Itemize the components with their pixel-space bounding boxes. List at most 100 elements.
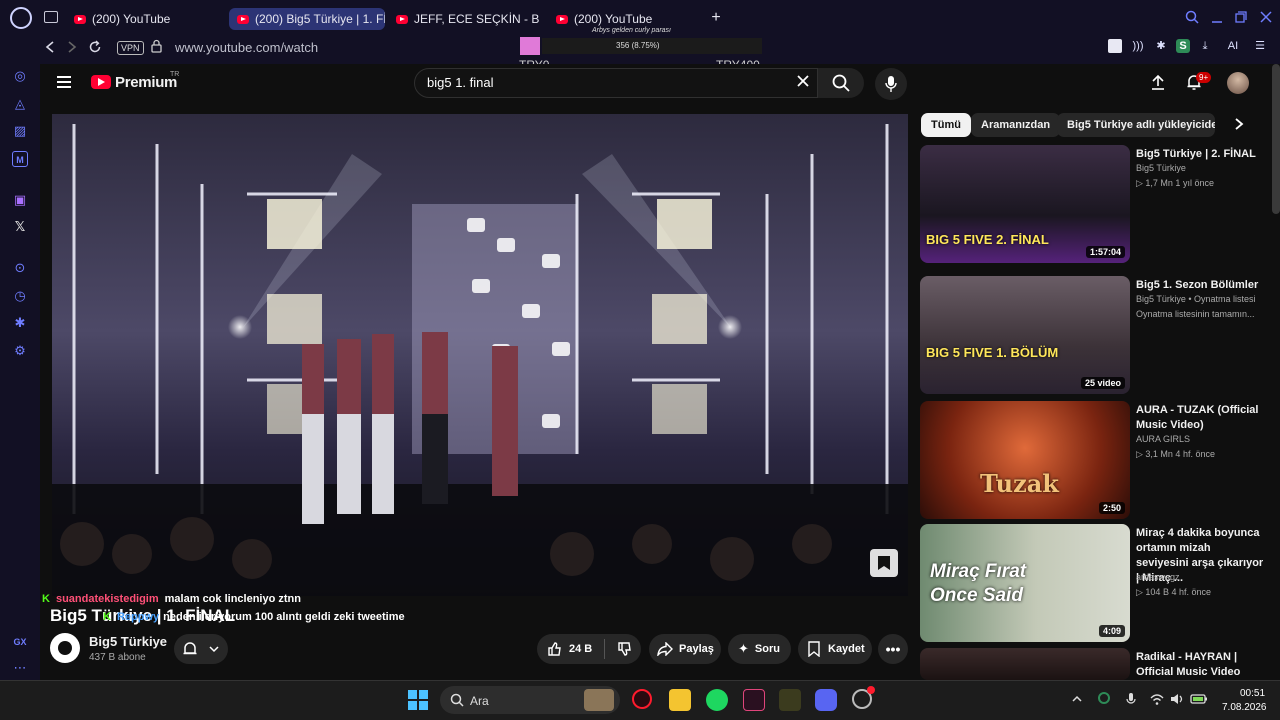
chat-message: Ksuandatekistedigim malam cok lincleniyo … — [42, 593, 301, 605]
restore-icon[interactable] — [1234, 10, 1248, 24]
youtube-premium-brand[interactable]: Premium — [115, 74, 177, 91]
clock-date[interactable]: 7.08.2026 — [1222, 702, 1267, 713]
easy-setup-menu-icon[interactable]: ☰ — [1253, 39, 1267, 53]
new-tab-button[interactable]: + — [708, 10, 724, 27]
notification-count-badge: 9+ — [1196, 72, 1212, 83]
url-field[interactable]: www.youtube.com/watch — [175, 40, 318, 55]
reload-icon[interactable] — [88, 40, 102, 54]
save-button[interactable]: Kaydet — [798, 634, 872, 664]
recommendation-channel[interactable]: ardaswagz — [1136, 572, 1180, 582]
video-thumbnail[interactable]: BIG 5 FIVE 2. FİNAL 1:57:04 — [920, 145, 1130, 263]
aria-icon[interactable]: ◎ — [12, 68, 28, 84]
taskbar-search[interactable] — [440, 686, 620, 714]
chip-from-search[interactable]: Aramanızdan — [971, 113, 1061, 137]
wifi-extension-icon[interactable]: ))) — [1131, 39, 1145, 53]
playlist-thumbnail[interactable]: BIG 5 FIVE 1. BÖLÜM 25 video — [920, 276, 1130, 394]
show-hidden-icons-chevron-icon[interactable] — [1071, 694, 1083, 704]
recommendation-item[interactable]: BIG 5 FIVE 1. BÖLÜM 25 video Big5 1. Sez… — [920, 276, 1270, 394]
x-twitter-icon[interactable]: 𝕏 — [12, 219, 28, 235]
forward-icon[interactable] — [66, 40, 78, 54]
recommendation-item[interactable]: BIG 5 FIVE 2. FİNAL 1:57:04 Big5 Türkiye… — [920, 145, 1270, 263]
recommendation-channel[interactable]: Big5 Türkiye — [1136, 163, 1186, 173]
search-button[interactable] — [818, 68, 864, 98]
recommendation-channel[interactable]: AURA GIRLS — [1136, 434, 1190, 444]
account-avatar[interactable] — [1227, 72, 1249, 94]
like-icon[interactable] — [547, 641, 563, 657]
screenshot-extension-icon[interactable] — [1108, 39, 1122, 53]
battery-icon[interactable] — [1190, 693, 1208, 705]
voice-search-button[interactable] — [875, 68, 907, 100]
youtube-favicon-icon — [74, 14, 86, 24]
tab-islands-icon[interactable] — [44, 11, 58, 23]
back-icon[interactable] — [44, 40, 56, 54]
chip-all[interactable]: Tümü — [921, 113, 971, 137]
tab-big5-final[interactable]: (200) Big5 Türkiye | 1. FİNAL — [229, 8, 385, 30]
video-editor-icon[interactable] — [743, 689, 765, 711]
settings-gear-icon[interactable]: ⚙ — [12, 343, 28, 359]
spotify-icon[interactable] — [706, 689, 728, 711]
more-icon[interactable]: ⋯ — [12, 660, 28, 676]
chevron-right-icon[interactable] — [1233, 117, 1245, 131]
tab-youtube-1[interactable]: (200) YouTube — [74, 8, 224, 30]
chip-from-uploader[interactable]: Big5 Türkiye adlı yükleyiciden — [1057, 113, 1215, 137]
clock-time[interactable]: 00:51 — [1240, 688, 1265, 699]
ask-button[interactable]: ✦ Soru — [728, 634, 791, 664]
lock-icon[interactable] — [151, 39, 162, 53]
share-button[interactable]: Paylaş — [649, 634, 721, 664]
recommendation-title[interactable]: Radikal - HAYRAN | Official Music Video — [1136, 650, 1264, 680]
history-icon[interactable]: ◷ — [12, 288, 28, 304]
tray-app-icon[interactable] — [1098, 692, 1110, 704]
video-thumbnail[interactable]: Tuzak 2:50 — [920, 401, 1130, 519]
microphone-tray-icon[interactable] — [1126, 692, 1136, 706]
steam-icon[interactable] — [852, 686, 875, 709]
recommendation-title[interactable]: AURA - TUZAK (Official Music Video) — [1136, 403, 1264, 433]
vpn-badge[interactable]: VPN — [117, 41, 144, 55]
recommendation-item[interactable]: Tuzak 2:50 AURA - TUZAK (Official Music … — [920, 401, 1270, 519]
gx-icon[interactable]: GX — [12, 634, 28, 650]
minimize-icon[interactable] — [1210, 10, 1224, 24]
game-launcher-icon[interactable] — [779, 689, 801, 711]
video-thumbnail[interactable]: Miraç Fırat Once Said 4:09 — [920, 524, 1130, 642]
opera-gx-taskbar-icon[interactable] — [632, 689, 652, 709]
player-icon[interactable]: ⊙ — [12, 260, 28, 276]
ai-icon[interactable]: AI — [1220, 39, 1246, 53]
extensions-puzzle-icon[interactable]: ✱ — [1154, 39, 1168, 53]
recommendation-title[interactable]: Big5 Türkiye | 2. FİNAL — [1136, 147, 1264, 162]
like-count[interactable]: 24 B — [569, 643, 592, 655]
gx-corner-icon[interactable]: ▨ — [12, 123, 28, 139]
recommendation-item[interactable]: Radikal - HAYRAN | Official Music Video — [920, 648, 1270, 680]
mail-icon[interactable]: M — [12, 151, 28, 167]
opera-logo-icon[interactable] — [10, 7, 32, 29]
search-input[interactable]: big5 1. final — [427, 75, 494, 90]
duration-badge: 2:50 — [1098, 502, 1125, 514]
discord-icon[interactable] — [815, 689, 837, 711]
windows-start-icon[interactable] — [408, 690, 428, 710]
download-icon[interactable]: ⤓ — [1198, 39, 1212, 53]
extensions-sidebar-icon[interactable]: ✱ — [12, 315, 28, 331]
video-player[interactable] — [52, 114, 908, 596]
channel-avatar[interactable] — [50, 633, 80, 663]
recommendation-channel[interactable]: Big5 Türkiye • Oynatma listesi — [1136, 294, 1256, 304]
wifi-icon[interactable] — [1150, 693, 1164, 705]
subscribed-bell-button[interactable] — [174, 634, 228, 664]
close-window-icon[interactable] — [1259, 10, 1273, 24]
save-to-playlist-overlay-button[interactable] — [870, 549, 898, 577]
tab-jeff-ece[interactable]: JEFF, ECE SEÇKİN - BENİ NE — [396, 8, 540, 30]
volume-icon[interactable] — [1170, 693, 1184, 705]
hamburger-menu-icon[interactable] — [57, 76, 71, 88]
s-extension-icon[interactable]: S — [1176, 39, 1190, 53]
file-explorer-icon[interactable] — [669, 689, 691, 711]
tab-search-icon[interactable] — [1185, 10, 1199, 24]
dislike-icon[interactable] — [617, 641, 633, 657]
recommendation-item[interactable]: Miraç Fırat Once Said 4:09 Miraç 4 dakik… — [920, 524, 1270, 642]
hot-tips-icon[interactable]: ◬ — [12, 96, 28, 112]
create-upload-icon[interactable] — [1150, 74, 1166, 90]
recommendation-title[interactable]: Big5 1. Sezon Bölümler — [1136, 278, 1264, 293]
page-scrollbar[interactable] — [1272, 64, 1280, 214]
youtube-logo-icon[interactable] — [91, 75, 111, 89]
clear-search-icon[interactable] — [796, 74, 810, 88]
channel-name[interactable]: Big5 Türkiye — [89, 634, 167, 649]
video-thumbnail[interactable] — [920, 648, 1130, 680]
twitch-icon[interactable]: ▣ — [12, 192, 28, 208]
more-actions-button[interactable]: ••• — [878, 634, 908, 664]
